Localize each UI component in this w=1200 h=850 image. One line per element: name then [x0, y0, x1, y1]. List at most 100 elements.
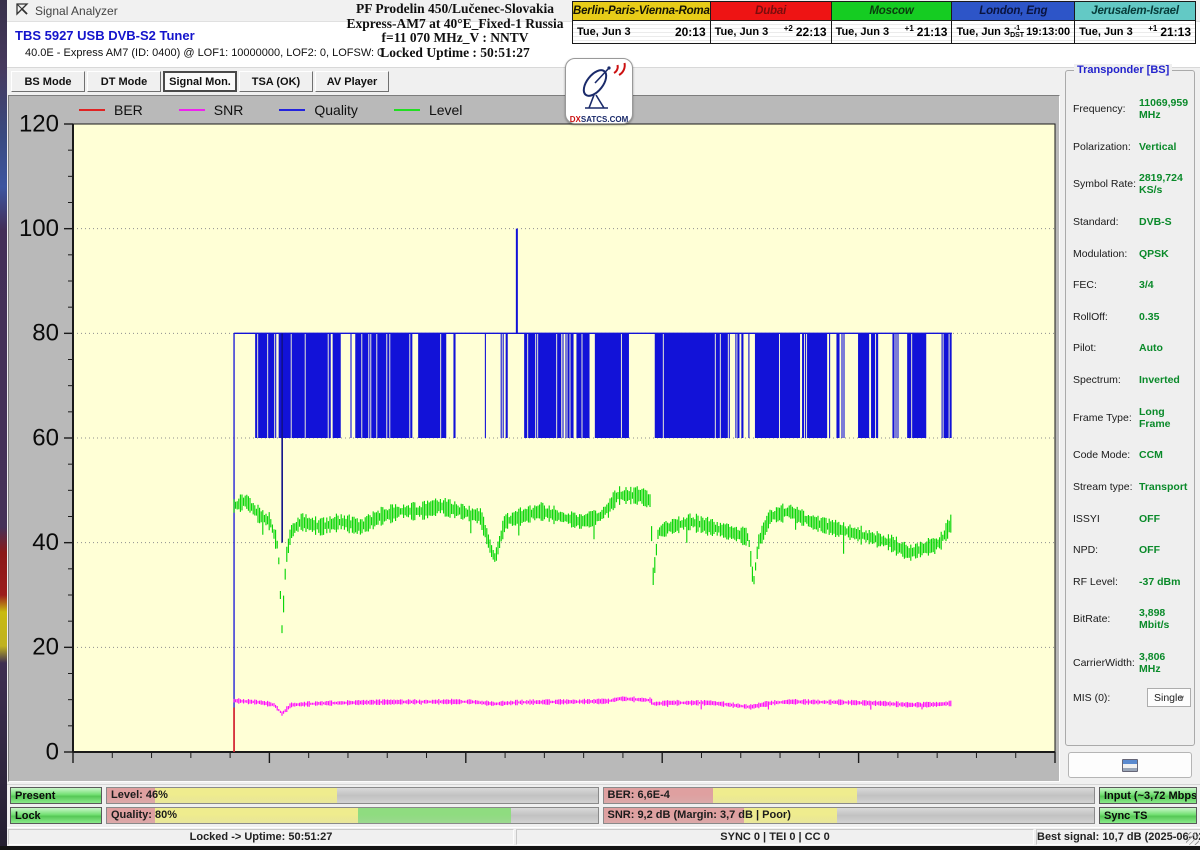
field-value: Vertical: [1139, 141, 1176, 153]
satellite-app-icon: [15, 2, 29, 19]
gauge-label: BER: 6,6E-4: [608, 789, 670, 801]
tab-dt-mode[interactable]: DT Mode: [87, 71, 161, 92]
chevron-down-icon: ∨: [1178, 693, 1185, 704]
clock-moscow: MoscowTue, Jun 3+121:13: [831, 1, 953, 44]
gauge-label: Quality: 80%: [111, 809, 177, 821]
station-line-2: Express-AM7 at 40°E_Fixed-1 Russia: [330, 17, 580, 32]
transponder-row-spectrum: Spectrum:Inverted: [1073, 374, 1189, 386]
clock-dst: -1DST: [1010, 25, 1024, 39]
clock-time: 21:13: [917, 25, 948, 39]
field-label: Modulation:: [1073, 248, 1139, 260]
tab-av-player[interactable]: AV Player: [315, 71, 389, 92]
clock-utc-offset: +1: [1148, 24, 1157, 33]
station-line-3: f=11 070 MHz_V : NNTV: [330, 31, 580, 46]
status-best-signal: Best signal: 10,7 dB (2025-06-02 13:17): [1036, 829, 1200, 845]
field-value: Auto: [1139, 342, 1163, 354]
field-label: Symbol Rate:: [1073, 178, 1139, 190]
field-value: OFF: [1139, 513, 1160, 525]
field-value: 3/4: [1139, 279, 1154, 291]
legend-swatch-ber: [79, 109, 105, 111]
field-label: Standard:: [1073, 216, 1139, 228]
transponder-row-code-mode: Code Mode:CCM: [1073, 449, 1189, 461]
transponder-row-standard: Standard:DVB-S: [1073, 216, 1189, 228]
gauge-zone: [155, 788, 337, 803]
field-value: Long Frame: [1139, 406, 1189, 430]
gauge-ber: BER: 6,6E-4: [603, 787, 1096, 804]
svg-text:80: 80: [32, 320, 59, 347]
field-value: 0.35: [1139, 311, 1159, 323]
clock-city-label: Berlin-Paris-Vienna-Roma: [573, 2, 710, 21]
tab-bar: BS ModeDT ModeSignal Mon.TSA (OK)AV Play…: [7, 68, 1060, 94]
transponder-row-symbol-rate: Symbol Rate:2819,724 KS/s: [1073, 172, 1189, 196]
status-bar: Locked -> Uptime: 50:51:27 SYNC 0 | TEI …: [7, 827, 1200, 846]
satellite-dish-graphic: [567, 59, 631, 111]
indicator-input-3-72-mbps: Input (~3,72 Mbps): [1099, 787, 1197, 804]
field-value: 2819,724 KS/s: [1139, 172, 1189, 196]
svg-text:100: 100: [19, 215, 59, 242]
field-label: RollOff:: [1073, 311, 1139, 323]
transponder-row-issyi: ISSYIOFF: [1073, 513, 1189, 525]
mis-dropdown[interactable]: Single ∨: [1147, 688, 1191, 707]
station-line-1: PF Prodelin 450/Lučenec-Slovakia: [330, 2, 580, 17]
gauge-zone: [358, 808, 512, 823]
transponder-groupbox: Transponder [BS] Frequency:11069,959 MHz…: [1065, 70, 1195, 746]
legend-swatch-quality: [279, 109, 305, 111]
station-info: PF Prodelin 450/Lučenec-Slovakia Express…: [330, 2, 580, 60]
clock-time-row: Tue, Jun 3+222:13: [711, 21, 831, 43]
ts-record-button[interactable]: [1068, 752, 1192, 778]
status-uptime: Locked -> Uptime: 50:51:27: [8, 829, 514, 845]
gauge-snr: SNR: 9,2 dB (Margin: 3,7 dB | Poor): [603, 807, 1096, 824]
field-value: 3,898 Mbit/s: [1139, 607, 1189, 631]
gauge-zone: [713, 788, 857, 803]
transponder-row-stream-type: Stream type:Transport: [1073, 481, 1189, 493]
signal-chart[interactable]: 020406080100120: [9, 96, 1059, 781]
transponder-row-fec: FEC:3/4: [1073, 279, 1189, 291]
clock-time: 22:13: [796, 25, 827, 39]
field-label: BitRate:: [1073, 613, 1139, 625]
monitor-row-1: PresentLevel: 46%BER: 6,6E-4Input (~3,72…: [10, 787, 1197, 804]
mis-label: MIS (0):: [1073, 692, 1139, 704]
clock-berlin-paris-vienna-roma: Berlin-Paris-Vienna-RomaTue, Jun 320:13: [572, 1, 711, 44]
transponder-row-carrierwidth: CarrierWidth:3,806 MHz: [1073, 651, 1189, 675]
indicator-present: Present: [10, 787, 102, 804]
svg-text:120: 120: [19, 110, 59, 137]
tab-signal-mon[interactable]: Signal Mon.: [163, 71, 237, 92]
field-label: Stream type:: [1073, 481, 1139, 493]
tab-tsa-ok[interactable]: TSA (OK): [239, 71, 313, 92]
field-value: Transport: [1139, 481, 1187, 493]
transponder-row-npd: NPD:OFF: [1073, 544, 1189, 556]
legend-item-snr: SNR: [179, 102, 244, 118]
clock-time: 20:13: [675, 25, 706, 39]
clock-time-row: Tue, Jun 320:13: [573, 21, 710, 43]
clock-city-label: Moscow: [832, 2, 952, 21]
legend-label: SNR: [214, 102, 244, 118]
mis-row: MIS (0): Single ∨: [1073, 688, 1191, 707]
gauge-label: SNR: 9,2 dB (Margin: 3,7 dB | Poor): [608, 809, 791, 821]
desktop-background-strip: [0, 0, 7, 850]
tab-bs-mode[interactable]: BS Mode: [11, 71, 85, 92]
transponder-row-frequency: Frequency:11069,959 MHz: [1073, 97, 1189, 121]
clock-date: Tue, Jun 3: [836, 26, 905, 38]
field-value: -37 dBm: [1139, 576, 1180, 588]
field-value: DVB-S: [1139, 216, 1172, 228]
gauge-quality: Quality: 80%: [106, 807, 599, 824]
field-value: 11069,959 MHz: [1139, 97, 1189, 121]
legend-label: Level: [429, 102, 462, 118]
transponder-title: Transponder [BS]: [1074, 64, 1172, 76]
legend-item-level: Level: [394, 102, 462, 118]
svg-text:20: 20: [32, 634, 59, 661]
field-value: 3,806 MHz: [1139, 651, 1189, 675]
field-label: Frame Type:: [1073, 412, 1139, 424]
resize-grip[interactable]: [1186, 832, 1199, 845]
field-label: Code Mode:: [1073, 449, 1139, 461]
field-value: QPSK: [1139, 248, 1169, 260]
transponder-row-bitrate: BitRate:3,898 Mbit/s: [1073, 607, 1189, 631]
transponder-row-polarization: Polarization:Vertical: [1073, 141, 1189, 153]
clock-time-row: Tue, Jun 3+121:13: [832, 21, 952, 43]
clock-city-label: Jerusalem-Israel: [1075, 2, 1195, 21]
clock-time: 21:13: [1160, 25, 1191, 39]
transponder-row-frame-type: Frame Type:Long Frame: [1073, 406, 1189, 430]
clock-utc-offset: +2: [784, 24, 793, 33]
field-label: Pilot:: [1073, 342, 1139, 354]
field-label: Spectrum:: [1073, 374, 1139, 386]
